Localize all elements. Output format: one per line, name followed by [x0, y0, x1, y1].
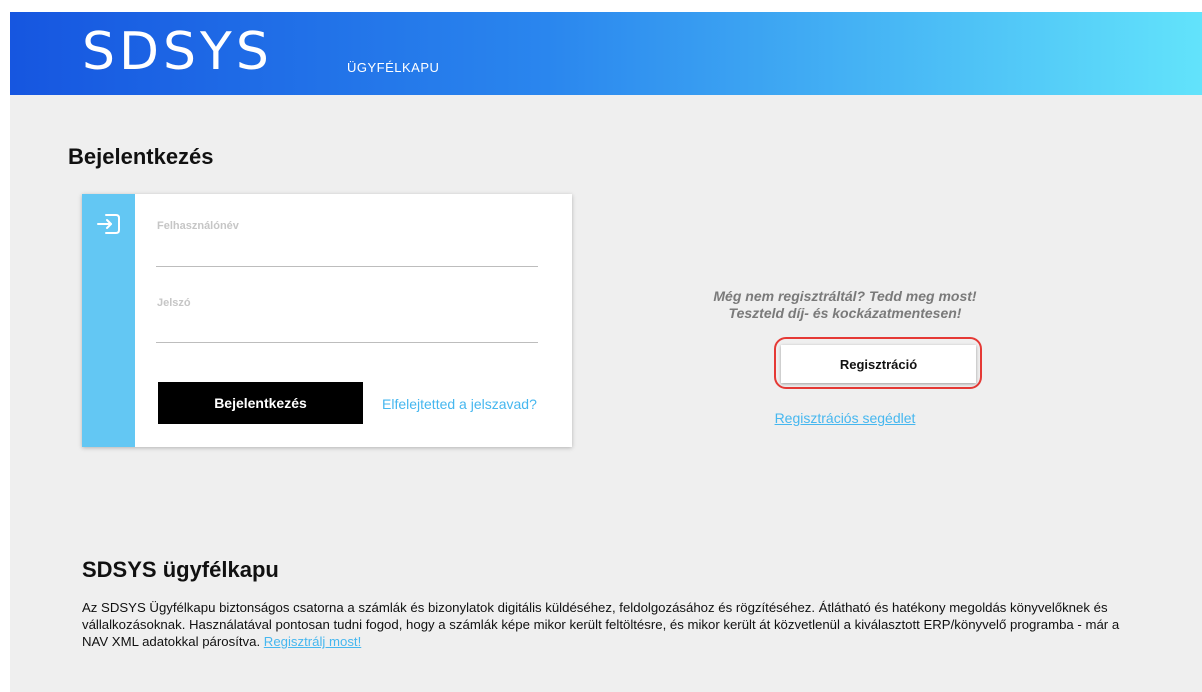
password-underline — [156, 342, 538, 343]
top-strip — [0, 0, 1202, 12]
header-banner: SDSYS ÜGYFÉLKAPU — [10, 12, 1202, 95]
page: SDSYS ÜGYFÉLKAPU Bejelentkezés Felhaszná… — [0, 0, 1202, 692]
username-label: Felhasználónév — [157, 220, 239, 232]
main-content: Bejelentkezés Felhasználónév Jelszó Beje… — [10, 95, 1202, 692]
login-button[interactable]: Bejelentkezés — [158, 382, 363, 424]
login-card: Felhasználónév Jelszó Bejelentkezés Elfe… — [82, 194, 572, 447]
password-label: Jelszó — [157, 297, 191, 309]
register-now-link[interactable]: Regisztrálj most! — [264, 634, 361, 649]
forgot-password-link[interactable]: Elfelejtetted a jelszavad? — [382, 396, 537, 412]
username-underline — [156, 266, 538, 267]
logo-subtitle: ÜGYFÉLKAPU — [347, 60, 440, 75]
register-button[interactable]: Regisztráció — [781, 345, 976, 383]
logo[interactable]: SDSYS — [82, 26, 273, 78]
username-input[interactable] — [156, 238, 542, 266]
register-promo: Még nem regisztráltál? Tedd meg most! Te… — [650, 288, 1040, 322]
about-paragraph: Az SDSYS Ügyfélkapu biztonságos csatorna… — [82, 600, 1120, 649]
login-card-stripe — [82, 194, 135, 447]
login-title: Bejelentkezés — [68, 144, 214, 169]
password-input[interactable] — [156, 314, 542, 342]
about-text: Az SDSYS Ügyfélkapu biztonságos csatorna… — [82, 599, 1142, 650]
register-promo-line1: Még nem regisztráltál? Tedd meg most! — [713, 288, 977, 304]
login-arrow-icon — [97, 214, 120, 234]
register-promo-line2: Teszteld díj- és kockázatmentesen! — [728, 305, 962, 321]
about-title: SDSYS ügyfélkapu — [82, 557, 279, 582]
registration-help-link[interactable]: Regisztrációs segédlet — [650, 410, 1040, 426]
